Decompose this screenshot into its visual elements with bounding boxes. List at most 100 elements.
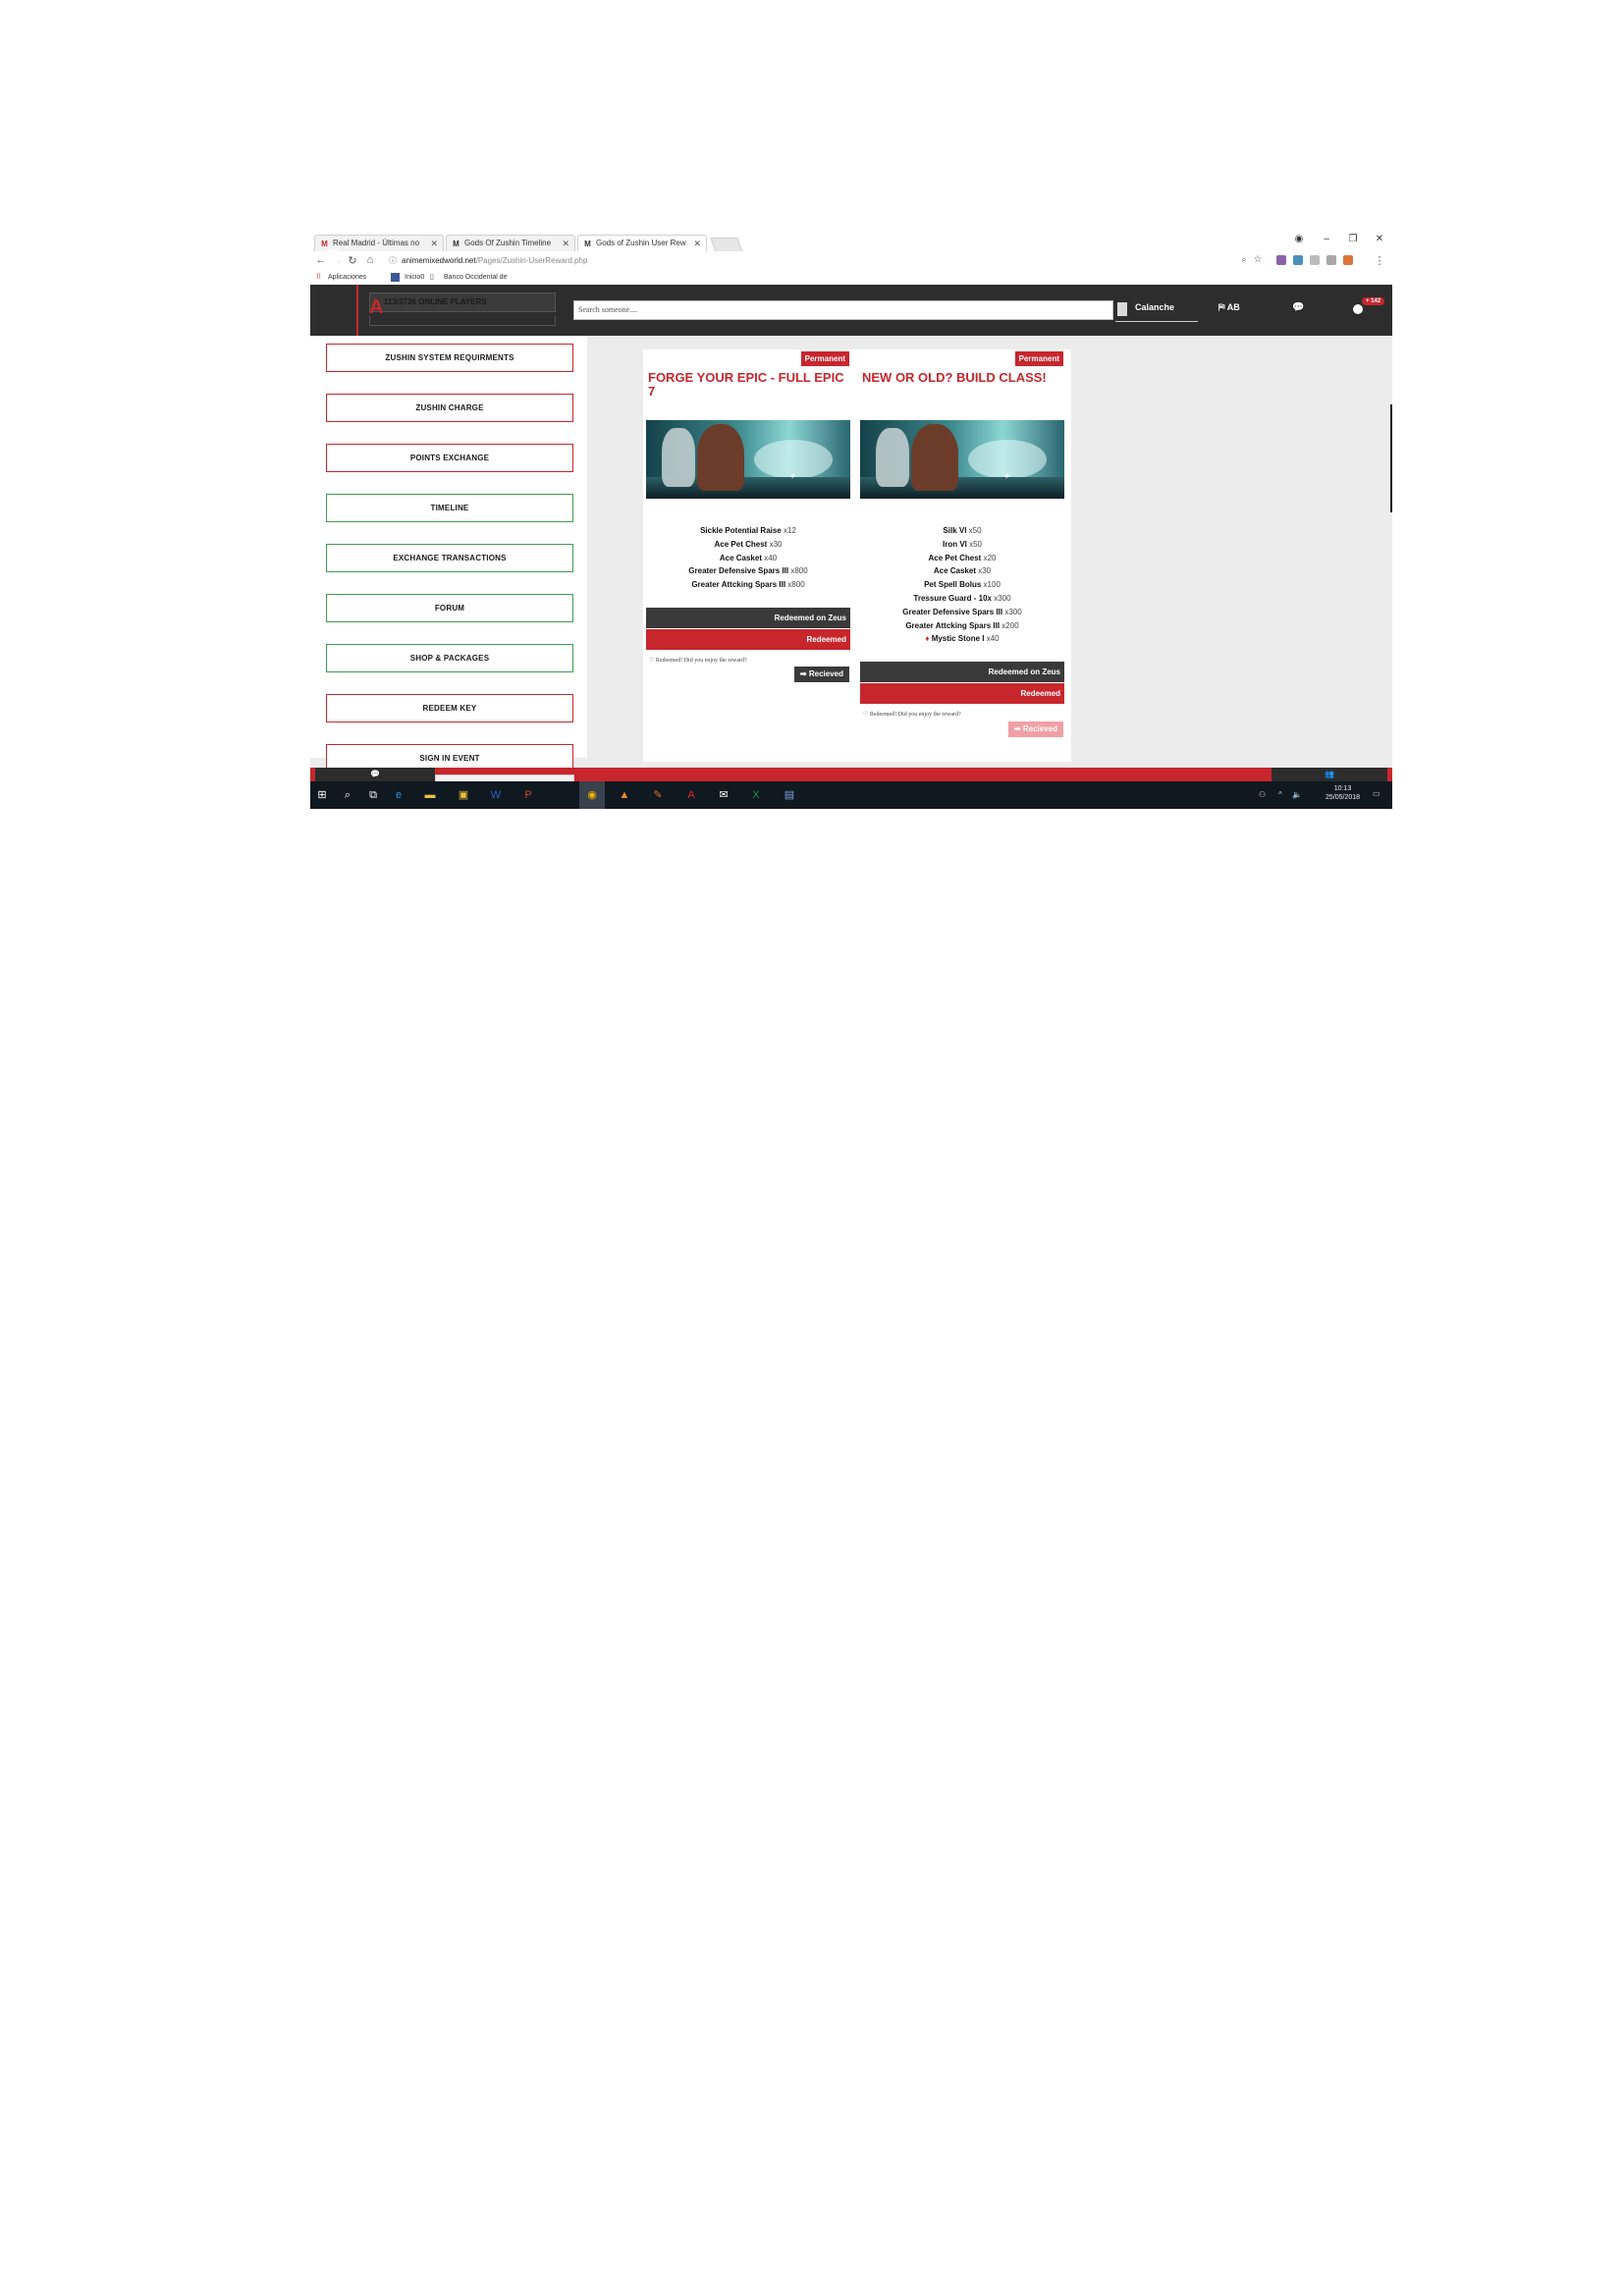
- powerpoint-icon[interactable]: P: [520, 787, 536, 803]
- game-launcher-icon[interactable]: A: [683, 787, 699, 803]
- users-icon: 👥: [1325, 770, 1334, 778]
- sidebar-item-forum[interactable]: FORUM: [326, 594, 573, 622]
- enjoy-message: ♡ Redeemed! Did you enjoy the reward?: [649, 658, 747, 664]
- menu-dots-icon[interactable]: ⋮: [1373, 254, 1386, 267]
- bookmark-inicio[interactable]: Inicio0: [405, 271, 424, 285]
- excel-icon[interactable]: X: [748, 787, 764, 803]
- reward-title: NEW OR OLD? BUILD CLASS!: [862, 370, 1047, 385]
- windows-start-icon[interactable]: ⊞: [314, 787, 330, 803]
- close-tab-icon[interactable]: ✕: [562, 236, 569, 251]
- sidebar-item-system-requirements[interactable]: ZUSHIN SYSTEM REQUIRMENTS: [326, 344, 573, 372]
- close-tab-icon[interactable]: ✕: [693, 236, 701, 251]
- pen-tool-icon[interactable]: ✎: [650, 787, 666, 803]
- browser-tab-userreward[interactable]: M Gods of Zushin User Rew ✕: [577, 235, 707, 251]
- reload-icon[interactable]: ↻: [346, 254, 359, 267]
- volume-muted-icon[interactable]: 🔈: [1292, 790, 1302, 799]
- banner-logo: ✦: [1002, 471, 1010, 481]
- tab-label: Gods of Zushin User Rew: [596, 239, 686, 247]
- search-placeholder: Search someone....: [578, 305, 638, 314]
- info-icon: ⓘ: [389, 256, 397, 265]
- redeemed-status: Redeemed: [646, 629, 850, 650]
- list-item: Ace Casket x30: [933, 566, 992, 576]
- mystic-stone-icon: ♦: [925, 634, 930, 644]
- sidebar-item-points-exchange[interactable]: POINTS EXCHANGE: [326, 444, 573, 472]
- enjoy-message: ♡ Redeemed! Did you enjoy the reward?: [863, 712, 961, 718]
- search-input[interactable]: Search someone....: [573, 300, 1113, 320]
- user-icon: [1117, 302, 1127, 316]
- task-view-icon[interactable]: ⧉: [365, 787, 381, 803]
- profile-icon[interactable]: ◉: [1292, 234, 1306, 244]
- store-icon[interactable]: ▣: [456, 787, 471, 803]
- file-explorer-icon[interactable]: ▬: [422, 787, 438, 803]
- taskbar-clock[interactable]: 10:13 25/05/2018: [1325, 784, 1360, 802]
- sidebar-item-shop-packages[interactable]: SHOP & PACKAGES: [326, 644, 573, 672]
- people-icon[interactable]: ⚇: [1259, 790, 1266, 799]
- notification-center-icon[interactable]: ▭: [1373, 789, 1380, 798]
- reward-card: Permanent NEW OR OLD? BUILD CLASS! ✦ Sil…: [857, 349, 1064, 762]
- notifications-icon[interactable]: [1353, 304, 1363, 314]
- chat-icon[interactable]: 💬: [1292, 302, 1304, 313]
- tray-chevron-icon[interactable]: ^: [1278, 790, 1282, 799]
- close-window-icon[interactable]: ✕: [1373, 234, 1386, 244]
- browser-tab-timeline[interactable]: M Gods Of Zushin Timeline ✕: [446, 235, 575, 251]
- zoom-icon[interactable]: ⌕: [1237, 254, 1251, 265]
- edge-browser-icon[interactable]: e: [391, 787, 406, 803]
- sidebar-item-redeem-key[interactable]: REDEEM KEY: [326, 694, 573, 722]
- reward-banner-image: ✦: [860, 420, 1064, 499]
- online-players-text: 113/3736 ONLINE PLAYERS: [384, 297, 487, 306]
- enjoy-text: Redeemed! Did you enjoy the reward?: [869, 712, 961, 718]
- reward-items-list: Sickle Potential Raise x12 Ace Pet Chest…: [646, 524, 850, 592]
- sidebar-item-zushin-charge[interactable]: ZUSHIN CHARGE: [326, 394, 573, 422]
- list-item: Ace Casket x40: [719, 553, 778, 562]
- reward-card: Permanent FORGE YOUR EPIC - FULL EPIC 7 …: [643, 349, 850, 762]
- extension-icon[interactable]: [1343, 255, 1353, 265]
- notification-count: 142: [1371, 298, 1381, 304]
- address-bar: ← → ↻ ⌂ ⓘ animemixedworld.net/Pages/Zushi…: [310, 251, 1392, 272]
- username-link[interactable]: Calanche: [1135, 302, 1174, 312]
- extension-icon[interactable]: [1326, 255, 1336, 265]
- online-players-box-lower: [369, 316, 556, 326]
- bookmark-apps[interactable]: Aplicaciones: [328, 271, 366, 285]
- list-item: Greater Attcking Spars III x800: [691, 580, 805, 590]
- url-field[interactable]: ⓘ animemixedworld.net/Pages/Zushin-UserRe…: [389, 254, 1243, 268]
- site-logo[interactable]: A: [369, 296, 383, 319]
- app-window-icon[interactable]: ▤: [782, 787, 797, 803]
- vlc-icon[interactable]: ▲: [617, 787, 632, 803]
- search-icon[interactable]: ⌕: [340, 787, 355, 803]
- reward-items-list: Silk VI x50 Iron VI x50 Ace Pet Chest x2…: [860, 524, 1064, 646]
- list-item: Greater Defensive Spars III x300: [902, 607, 1022, 616]
- word-icon[interactable]: W: [488, 787, 504, 803]
- reward-title: FORGE YOUR EPIC - FULL EPIC 7: [648, 370, 844, 399]
- extension-icon[interactable]: [1310, 255, 1320, 265]
- online-players-box: 113/3736 ONLINE PLAYERS: [369, 293, 556, 312]
- home-icon[interactable]: ⌂: [363, 254, 377, 266]
- minimize-icon[interactable]: –: [1320, 234, 1333, 244]
- scrollbar[interactable]: [1390, 404, 1392, 512]
- received-label: Recieved: [808, 669, 843, 678]
- sidebar-item-exchange-transactions[interactable]: EXCHANGE TRANSACTIONS: [326, 544, 573, 572]
- bookmark-banco[interactable]: Banco Occidental de: [444, 271, 508, 285]
- restore-icon[interactable]: ❐: [1346, 234, 1360, 244]
- chrome-icon[interactable]: ◉: [584, 787, 600, 803]
- sidebar: ZUSHIN SYSTEM REQUIRMENTS ZUSHIN CHARGE …: [310, 336, 587, 773]
- tab-label: Gods Of Zushin Timeline: [464, 239, 552, 247]
- banner-logo: ✦: [788, 471, 796, 481]
- bookmark-star-icon[interactable]: ☆: [1251, 254, 1265, 265]
- list-item: Ace Pet Chest x20: [928, 553, 997, 562]
- footer-users-tab[interactable]: 👥: [1271, 768, 1387, 781]
- list-item: Greater Attcking Spars III x200: [905, 620, 1019, 630]
- sidebar-item-timeline[interactable]: TIMELINE: [326, 494, 573, 522]
- extension-icon[interactable]: [1276, 255, 1286, 265]
- received-button[interactable]: ➡ Recieved: [1007, 721, 1063, 737]
- hamburger-menu-icon[interactable]: ☰: [325, 247, 341, 265]
- mail-icon[interactable]: ✉: [716, 787, 731, 803]
- enjoy-text: Redeemed! Did you enjoy the reward?: [655, 658, 747, 664]
- tab-label: Real Madrid - Últimas no: [333, 239, 420, 247]
- close-tab-icon[interactable]: ✕: [430, 236, 438, 251]
- list-item: Iron VI x50: [942, 539, 983, 549]
- new-tab-button[interactable]: [710, 238, 743, 252]
- received-button[interactable]: ➡ Recieved: [793, 667, 849, 682]
- extension-icon[interactable]: [1293, 255, 1303, 265]
- footer-chat-tab[interactable]: 💬: [315, 768, 435, 781]
- language-selector[interactable]: ⛿ AB: [1218, 302, 1240, 313]
